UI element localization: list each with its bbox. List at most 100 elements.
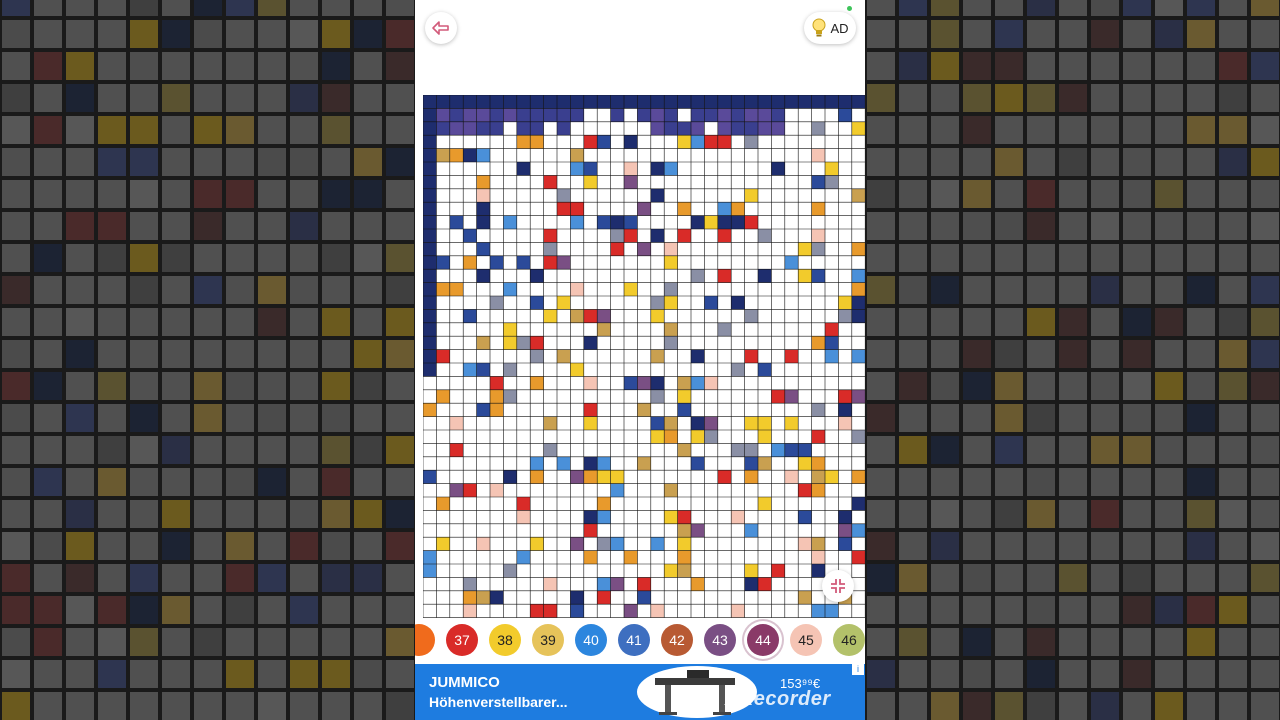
pixel-cell — [758, 416, 772, 430]
pixel-cell — [851, 309, 865, 323]
pixel-cell — [731, 108, 745, 122]
lightbulb-icon — [812, 18, 826, 37]
pixel-cell — [851, 523, 865, 538]
pixel-cell — [650, 416, 665, 430]
pixel-cell — [691, 349, 705, 363]
pixel-cell — [583, 550, 598, 564]
pixel-cell — [597, 456, 611, 471]
ad-info-icon[interactable]: i — [852, 664, 864, 675]
palette-color-45[interactable]: 45 — [790, 624, 822, 656]
pixel-cell — [516, 336, 531, 350]
pixel-cell — [664, 282, 678, 296]
pixel-cell — [490, 389, 504, 404]
game-screen: AD 37 38 39 40 41 42 43 44 45 46 JUMMICO Höhenver… — [415, 0, 865, 720]
pixel-cell — [825, 175, 839, 189]
palette-color-46[interactable]: 46 — [833, 624, 865, 656]
palette-color-38[interactable]: 38 — [489, 624, 521, 656]
pixel-cell — [717, 95, 732, 109]
pixel-cell — [449, 282, 464, 296]
pixel-grid[interactable] — [423, 95, 865, 618]
pixel-cell — [436, 121, 450, 136]
back-button[interactable] — [425, 12, 457, 44]
pixel-cell — [758, 430, 772, 444]
pixel-cell — [597, 577, 611, 591]
pixel-cell — [744, 95, 758, 109]
pixel-cell — [851, 242, 865, 256]
pixel-cell — [798, 483, 812, 497]
pixel-cell — [691, 121, 705, 136]
pixel-cell — [423, 202, 437, 216]
pixel-cell — [650, 229, 665, 243]
pixel-cell — [583, 403, 598, 417]
pixel-cell — [583, 175, 598, 189]
pixel-canvas[interactable] — [423, 95, 865, 621]
pixel-cell — [637, 403, 651, 417]
pixel-cell — [449, 416, 464, 430]
pixel-cell — [784, 349, 799, 363]
pixel-cell — [717, 322, 732, 337]
pixel-cell — [436, 537, 450, 551]
pixel-cell — [811, 483, 825, 497]
pixel-cell — [798, 537, 812, 551]
ad-brand[interactable]: JUMMICO — [429, 674, 500, 691]
palette-color-41[interactable]: 41 — [618, 624, 650, 656]
pixel-cell — [436, 349, 450, 363]
pixel-cell — [811, 604, 825, 618]
palette-color-partial[interactable] — [415, 624, 435, 656]
palette-color-40[interactable]: 40 — [575, 624, 607, 656]
pixel-cell — [490, 296, 504, 310]
background-blur-right — [865, 0, 1280, 720]
pixel-cell — [811, 202, 825, 216]
pixel-cell — [664, 483, 678, 497]
pixel-cell — [731, 443, 745, 457]
pixel-cell — [610, 577, 624, 591]
pixel-cell — [691, 416, 705, 430]
pixel-cell — [436, 148, 450, 162]
pixel-cell — [825, 470, 839, 484]
pixel-cell — [597, 470, 611, 484]
pixel-cell — [664, 242, 678, 256]
pixel-cell — [423, 322, 437, 337]
pixel-cell — [423, 296, 437, 310]
pixel-cell — [610, 95, 624, 109]
ad-product-title[interactable]: Höhenverstellbarer... — [429, 694, 568, 710]
palette-color-39[interactable]: 39 — [532, 624, 564, 656]
pixel-cell — [664, 121, 678, 136]
pixel-cell — [825, 604, 839, 618]
pixel-cell — [677, 202, 691, 216]
pixel-cell — [637, 202, 651, 216]
pixel-cell — [463, 363, 477, 377]
pixel-cell — [744, 215, 758, 229]
pixel-cell — [744, 108, 758, 122]
pixel-cell — [798, 456, 812, 471]
hint-button[interactable]: AD — [804, 12, 856, 44]
pixel-cell — [503, 389, 517, 404]
ad-banner[interactable]: JUMMICO Höhenverstellbarer... 153⁹⁹€ XRe… — [415, 664, 865, 720]
pixel-cell — [490, 376, 504, 390]
pixel-cell — [771, 443, 785, 457]
palette-color-44[interactable]: 44 — [747, 624, 779, 656]
pixel-cell — [677, 135, 691, 149]
pixel-cell — [677, 564, 691, 578]
pixel-cell — [624, 95, 638, 109]
pixel-cell — [758, 269, 772, 283]
pixel-cell — [637, 590, 651, 605]
pixel-cell — [463, 604, 477, 618]
pixel-cell — [838, 309, 852, 323]
pixel-cell — [449, 483, 464, 497]
pixel-cell — [583, 309, 598, 323]
pixel-cell — [570, 590, 584, 605]
pixel-cell — [516, 550, 531, 564]
palette-color-42[interactable]: 42 — [661, 624, 693, 656]
pixel-cell — [449, 148, 464, 162]
pixel-cell — [704, 416, 718, 430]
pixel-cell — [677, 537, 691, 551]
pixel-cell — [650, 604, 665, 618]
palette-color-37[interactable]: 37 — [446, 624, 478, 656]
pixel-cell — [476, 188, 490, 203]
pixel-cell — [731, 604, 745, 618]
palette-color-43[interactable]: 43 — [704, 624, 736, 656]
zoom-fit-button[interactable] — [822, 570, 854, 602]
pixel-cell — [691, 523, 705, 538]
pixel-cell — [637, 577, 651, 591]
